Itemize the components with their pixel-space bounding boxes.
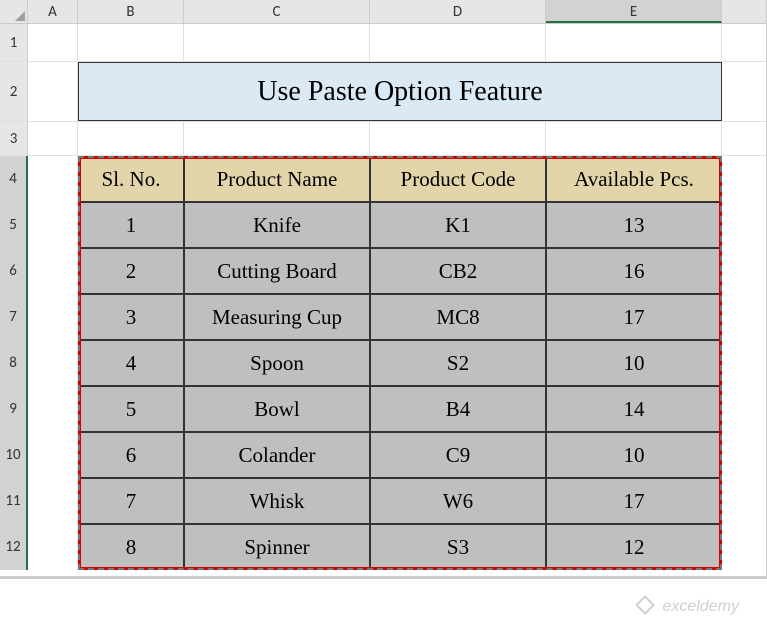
cell-c1[interactable]: [184, 24, 370, 61]
table-cell-pcs[interactable]: 10: [546, 432, 722, 478]
spreadsheet-grid: A B C D E 1 2 Use Paste Option Feature 3: [0, 0, 767, 579]
row-header-2[interactable]: 2: [0, 62, 28, 121]
cell-b1[interactable]: [78, 24, 184, 61]
cell-c3[interactable]: [184, 122, 370, 155]
row-header-4[interactable]: 4: [0, 156, 28, 202]
row-header-5[interactable]: 5: [0, 202, 28, 248]
table-cell-pcs[interactable]: 16: [546, 248, 722, 294]
row-2: 2 Use Paste Option Feature: [0, 62, 766, 122]
table-cell-code[interactable]: C9: [370, 432, 546, 478]
cell-d1[interactable]: [370, 24, 546, 61]
table-cell-pcs[interactable]: 14: [546, 386, 722, 432]
table-cell-name[interactable]: Bowl: [184, 386, 370, 432]
table-cell-name[interactable]: Knife: [184, 202, 370, 248]
watermark-text: exceldemy: [663, 598, 739, 615]
table-cell-sl[interactable]: 8: [78, 524, 184, 570]
cell-a7[interactable]: [28, 294, 78, 340]
row-header-11[interactable]: 11: [0, 478, 28, 524]
table-cell-code[interactable]: B4: [370, 386, 546, 432]
watermark: exceldemy: [638, 597, 739, 616]
col-header-d[interactable]: D: [370, 0, 546, 23]
table-cell-name[interactable]: Spoon: [184, 340, 370, 386]
cell-a9[interactable]: [28, 386, 78, 432]
table-header-pcs[interactable]: Available Pcs.: [546, 156, 722, 202]
bottom-divider: [0, 576, 766, 579]
row-header-6[interactable]: 6: [0, 248, 28, 294]
table-cell-sl[interactable]: 4: [78, 340, 184, 386]
table-header-sl[interactable]: Sl. No.: [78, 156, 184, 202]
row-header-9[interactable]: 9: [0, 386, 28, 432]
column-header-row: A B C D E: [0, 0, 766, 24]
table-cell-pcs[interactable]: 10: [546, 340, 722, 386]
col-header-c[interactable]: C: [184, 0, 370, 23]
row-header-7[interactable]: 7: [0, 294, 28, 340]
row-header-3[interactable]: 3: [0, 122, 28, 155]
data-area: 4 Sl. No. Product Name Product Code Avai…: [0, 156, 766, 570]
cell-a12[interactable]: [28, 524, 78, 570]
row-6: 6 2 Cutting Board CB2 16: [0, 248, 766, 294]
table-header-code[interactable]: Product Code: [370, 156, 546, 202]
table-header-name[interactable]: Product Name: [184, 156, 370, 202]
table-cell-code[interactable]: S3: [370, 524, 546, 570]
table-cell-sl[interactable]: 5: [78, 386, 184, 432]
cell-a10[interactable]: [28, 432, 78, 478]
cell-a5[interactable]: [28, 202, 78, 248]
table-cell-sl[interactable]: 1: [78, 202, 184, 248]
cell-a2[interactable]: [28, 62, 78, 121]
row-4: 4 Sl. No. Product Name Product Code Avai…: [0, 156, 766, 202]
cell-a1[interactable]: [28, 24, 78, 61]
diamond-icon: [635, 595, 655, 615]
table-cell-name[interactable]: Whisk: [184, 478, 370, 524]
col-header-a[interactable]: A: [28, 0, 78, 23]
row-header-8[interactable]: 8: [0, 340, 28, 386]
table-cell-pcs[interactable]: 17: [546, 294, 722, 340]
row-5: 5 1 Knife K1 13: [0, 202, 766, 248]
row-header-10[interactable]: 10: [0, 432, 28, 478]
table-cell-name[interactable]: Measuring Cup: [184, 294, 370, 340]
select-all-corner[interactable]: [0, 0, 28, 23]
cell-a11[interactable]: [28, 478, 78, 524]
table-cell-name[interactable]: Spinner: [184, 524, 370, 570]
cell-a8[interactable]: [28, 340, 78, 386]
table-cell-sl[interactable]: 6: [78, 432, 184, 478]
row-9: 9 5 Bowl B4 14: [0, 386, 766, 432]
col-header-e[interactable]: E: [546, 0, 722, 23]
row-7: 7 3 Measuring Cup MC8 17: [0, 294, 766, 340]
table-cell-pcs[interactable]: 17: [546, 478, 722, 524]
cell-d3[interactable]: [370, 122, 546, 155]
table-cell-sl[interactable]: 3: [78, 294, 184, 340]
table-cell-sl[interactable]: 2: [78, 248, 184, 294]
row-1: 1: [0, 24, 766, 62]
table-cell-sl[interactable]: 7: [78, 478, 184, 524]
col-header-b[interactable]: B: [78, 0, 184, 23]
row-header-1[interactable]: 1: [0, 24, 28, 61]
table-cell-name[interactable]: Colander: [184, 432, 370, 478]
table-cell-code[interactable]: K1: [370, 202, 546, 248]
table-cell-pcs[interactable]: 13: [546, 202, 722, 248]
row-12: 12 8 Spinner S3 12: [0, 524, 766, 570]
table-cell-pcs[interactable]: 12: [546, 524, 722, 570]
row-11: 11 7 Whisk W6 17: [0, 478, 766, 524]
cell-b3[interactable]: [78, 122, 184, 155]
cell-a6[interactable]: [28, 248, 78, 294]
cell-a4[interactable]: [28, 156, 78, 202]
cell-e3[interactable]: [546, 122, 722, 155]
table-cell-code[interactable]: CB2: [370, 248, 546, 294]
table-cell-code[interactable]: W6: [370, 478, 546, 524]
table-cell-code[interactable]: S2: [370, 340, 546, 386]
row-3: 3: [0, 122, 766, 156]
row-header-12[interactable]: 12: [0, 524, 28, 570]
cell-e1[interactable]: [546, 24, 722, 61]
row-10: 10 6 Colander C9 10: [0, 432, 766, 478]
cell-a3[interactable]: [28, 122, 78, 155]
title-cell[interactable]: Use Paste Option Feature: [78, 62, 722, 121]
row-8: 8 4 Spoon S2 10: [0, 340, 766, 386]
table-cell-code[interactable]: MC8: [370, 294, 546, 340]
table-cell-name[interactable]: Cutting Board: [184, 248, 370, 294]
